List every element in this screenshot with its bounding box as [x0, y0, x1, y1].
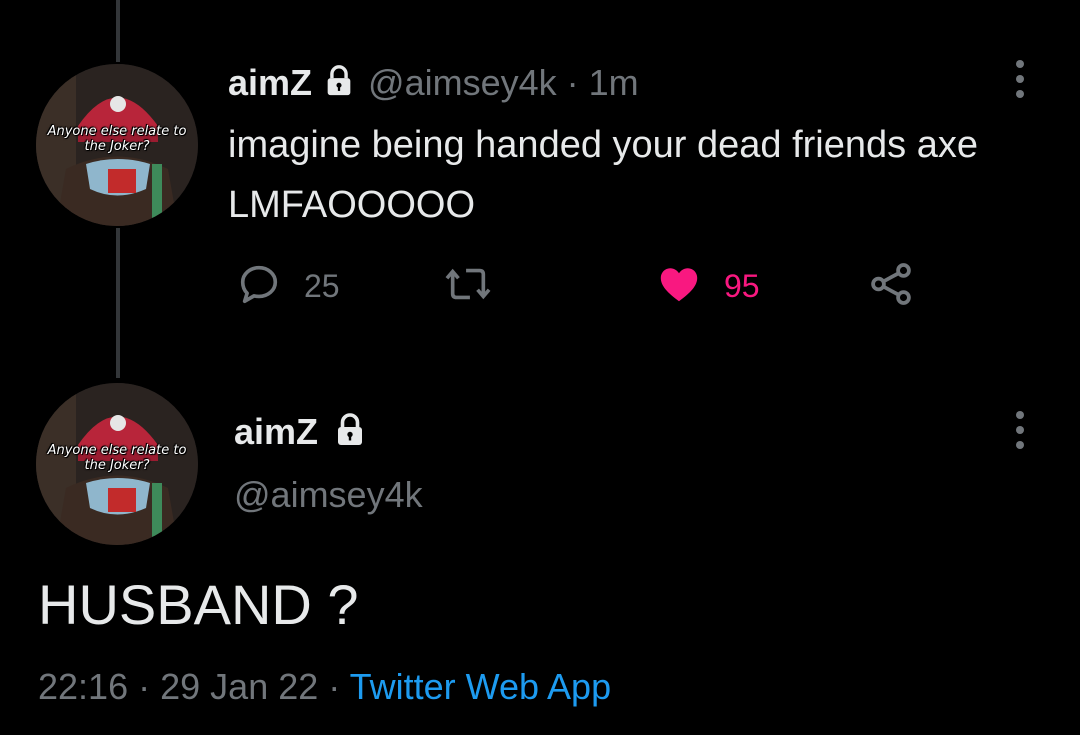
avatar[interactable]: Anyone else relate to the Joker? — [36, 64, 198, 226]
display-name[interactable]: aimZ — [234, 411, 318, 453]
avatar-caption-line1: Anyone else relate to — [47, 443, 187, 458]
tweet-actions: 25 95 — [0, 258, 1080, 314]
tweet-header: aimZ @aimsey4k · 1m — [228, 60, 639, 106]
thread-line-top — [116, 0, 120, 62]
avatar-caption: Anyone else relate to the Joker? — [36, 443, 198, 473]
tweet-text: HUSBAND ? — [38, 573, 359, 636]
avatar-caption-line1: Anyone else relate to — [47, 124, 187, 139]
tweet-meta: 22:16 · 29 Jan 22 · Twitter Web App — [38, 666, 611, 708]
handle[interactable]: @aimsey4k — [234, 474, 423, 516]
handle[interactable]: @aimsey4k — [368, 62, 557, 104]
like-count: 95 — [724, 267, 760, 304]
display-name[interactable]: aimZ — [228, 62, 312, 104]
tweet-date[interactable]: 29 Jan 22 — [160, 666, 318, 707]
avatar-caption-line2: the Joker? — [84, 458, 150, 473]
retweet-icon — [442, 261, 494, 312]
separator: · — [328, 666, 341, 707]
avatar[interactable]: Anyone else relate to the Joker? — [36, 383, 198, 545]
source-app-link[interactable]: Twitter Web App — [350, 666, 611, 707]
share-icon — [866, 259, 916, 314]
avatar-caption-line2: the Joker? — [84, 139, 150, 154]
retweet-button[interactable] — [442, 258, 516, 314]
tweet-text: imagine being handed your dead friends a… — [228, 124, 978, 226]
tweet-time[interactable]: 22:16 — [38, 666, 128, 707]
timestamp[interactable]: 1m — [589, 62, 639, 104]
tweet-header: aimZ — [234, 408, 380, 456]
reply-bubble-icon — [236, 261, 282, 312]
separator: · — [138, 666, 151, 707]
separator: · — [566, 62, 579, 103]
lock-icon — [332, 412, 368, 453]
lock-icon — [322, 64, 356, 103]
like-button[interactable]: 95 — [656, 258, 760, 314]
reply-count: 25 — [304, 267, 340, 304]
more-vertical-icon[interactable] — [1013, 411, 1027, 449]
more-vertical-icon[interactable] — [1013, 60, 1027, 98]
reply-button[interactable]: 25 — [236, 258, 340, 314]
heart-filled-icon — [656, 261, 702, 312]
share-button[interactable] — [866, 258, 916, 314]
avatar-caption: Anyone else relate to the Joker? — [36, 124, 198, 154]
